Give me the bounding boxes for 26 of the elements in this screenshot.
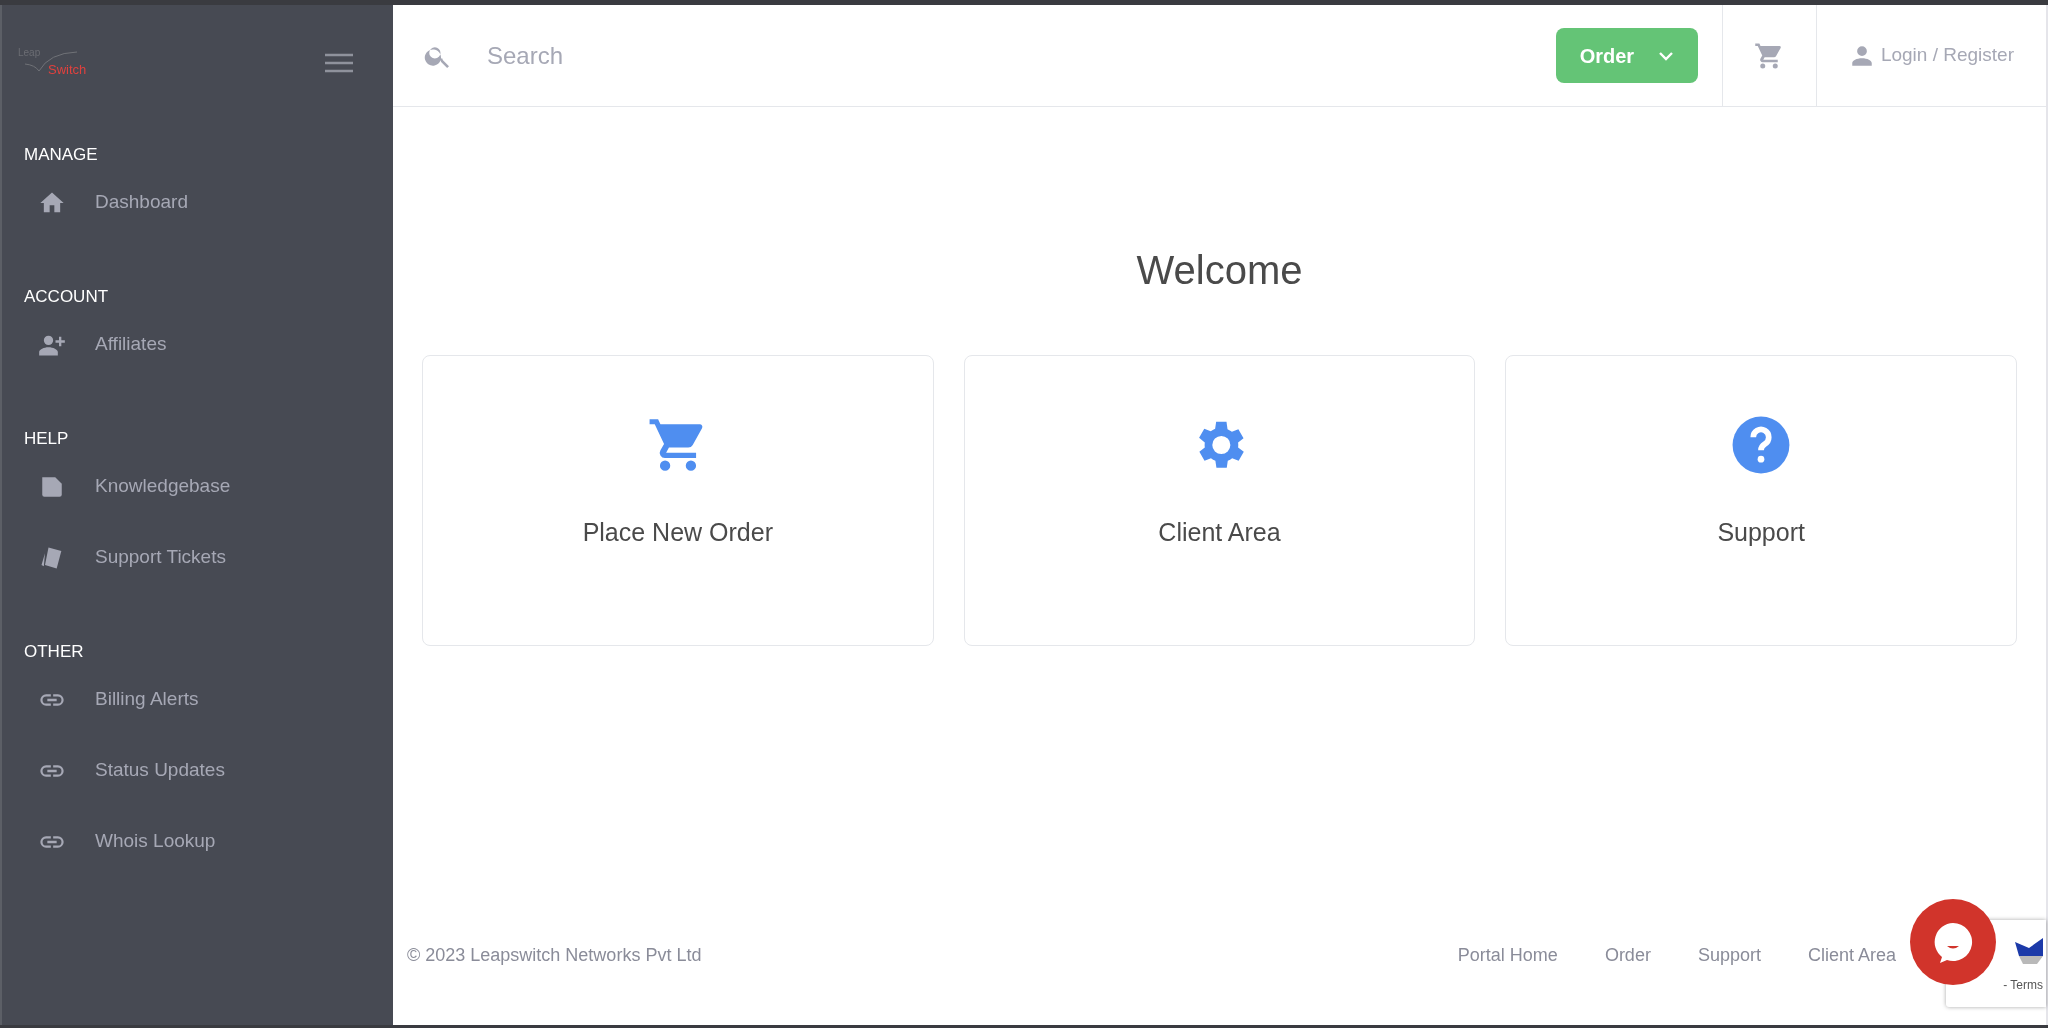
welcome-heading: Welcome (1135, 247, 1304, 294)
section-heading: ACCOUNT (23, 286, 110, 308)
sidebar-item[interactable]: Support Tickets (2, 522, 393, 593)
section-heading: MANAGE (23, 144, 99, 166)
sidebar-item[interactable]: Status Updates (2, 735, 393, 806)
footer-link[interactable]: Order (1604, 942, 1651, 969)
sidebar-item[interactable]: Billing Alerts (2, 664, 393, 735)
copyright-text: © 2023 Leapswitch Networks Pvt Ltd (407, 944, 702, 967)
sidebar-item[interactable]: Whois Lookup (2, 806, 393, 877)
search-field[interactable]: Search (487, 37, 1556, 74)
login-register-link[interactable]: Login / Register (1816, 41, 2046, 70)
footer-link[interactable]: Client Area (1807, 942, 1896, 969)
shortcut-card[interactable]: Place New Order (422, 355, 934, 646)
sidebar-item[interactable]: Affiliates (2, 309, 393, 380)
shortcut-card[interactable]: Support (1505, 355, 2017, 646)
order-button[interactable]: Order (1555, 28, 1698, 83)
section-heading: HELP (23, 428, 70, 450)
footer-link[interactable]: Portal Home (1457, 942, 1558, 969)
footer-link[interactable]: Support (1697, 942, 1761, 969)
section-heading: OTHER (23, 641, 85, 663)
shortcut-card[interactable]: Client Area (963, 355, 1476, 646)
sidebar-item[interactable]: Knowledgebase (2, 451, 393, 522)
chevron-down-icon (1658, 50, 1675, 61)
sidebar-item[interactable]: Dashboard (2, 167, 393, 238)
menu-icon[interactable] (325, 52, 353, 73)
recaptcha-terms-link[interactable]: - Terms (2003, 976, 2043, 994)
